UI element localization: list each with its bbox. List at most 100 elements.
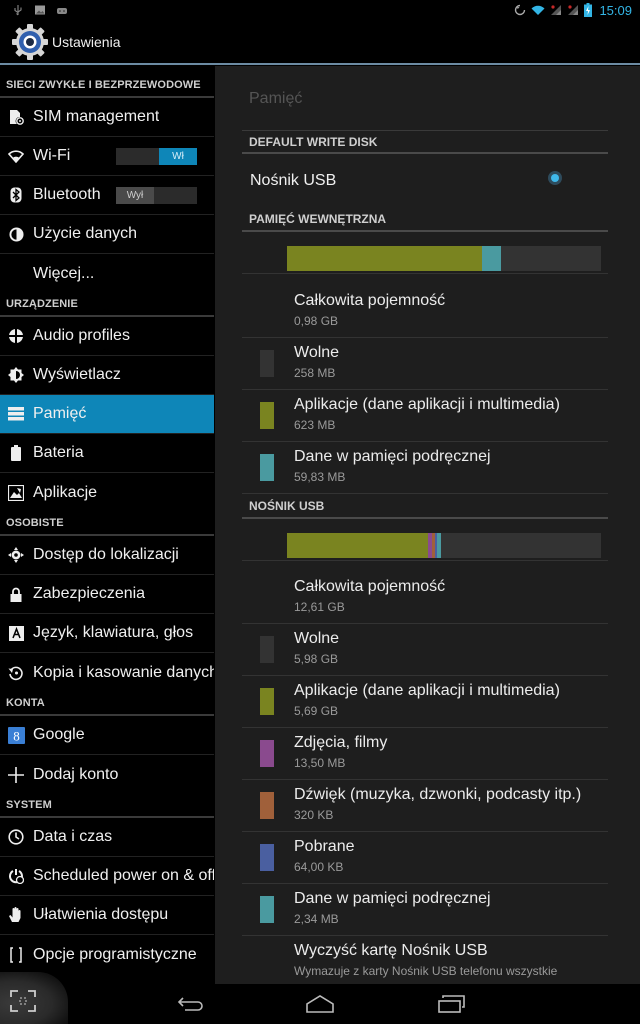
home-icon: [306, 995, 334, 1013]
developer-braces-icon: [7, 946, 25, 964]
sidebar-item-date-time[interactable]: Data i czas: [0, 818, 214, 857]
battery-icon: [7, 444, 25, 462]
storage-row-value: 13,50 MB: [294, 756, 346, 770]
storage-row-value: 5,69 GB: [294, 704, 339, 718]
sidebar-item-display[interactable]: Wyświetlacz: [0, 356, 214, 395]
sidebar-item-language[interactable]: Język, klawiatura, głos: [0, 614, 214, 653]
sidebar-item-storage[interactable]: Pamięć: [0, 395, 214, 434]
backup-reset-icon: [7, 664, 25, 682]
category-usb-storage: NOŚNIK USB: [242, 495, 608, 519]
usage-segment: [481, 246, 501, 271]
sidebar-item-more[interactable]: Więcej...: [0, 254, 214, 293]
usage-segment: [287, 246, 482, 271]
toggle-label: Wył: [116, 187, 154, 204]
settings-gear-icon[interactable]: [11, 23, 49, 61]
sidebar-item-label: Dodaj konto: [33, 765, 119, 783]
storage-row[interactable]: Zdjęcia, filmy 13,50 MB: [242, 728, 608, 780]
back-icon: [177, 997, 203, 1011]
storage-row-title: Całkowita pojemność: [294, 578, 446, 595]
usb-usage-bar: [287, 533, 601, 558]
storage-row[interactable]: Aplikacje (dane aplikacji i multimedia) 6…: [242, 390, 608, 442]
sidebar-item-scheduled-power[interactable]: Scheduled power on & off: [0, 857, 214, 896]
back-button[interactable]: [175, 992, 207, 1016]
app-title: Ustawienia: [52, 34, 121, 50]
sidebar-item-label: Aplikacje: [33, 483, 98, 501]
sidebar-item-accessibility[interactable]: Ułatwienia dostępu: [0, 896, 214, 935]
storage-row-title: Dźwięk (muzyka, dzwonki, podcasty itp.): [294, 786, 582, 803]
sidebar-item-label: Zabezpieczenia: [33, 585, 146, 602]
sidebar-item-label: Użycie danych: [33, 225, 138, 242]
storage-row-value: 623 MB: [294, 418, 336, 432]
accessibility-hand-icon: [7, 906, 25, 924]
storage-row-value: 258 MB: [294, 366, 336, 380]
sidebar-item-location[interactable]: Dostęp do lokalizacji: [0, 536, 214, 575]
sidebar-item-wifi[interactable]: Wi-Fi Wł: [0, 137, 214, 176]
storage-row-title: Aplikacje (dane aplikacji i multimedia): [294, 682, 560, 699]
color-swatch: [260, 636, 274, 663]
usb-usage-bar-row: [242, 521, 608, 561]
scheduled-power-icon: [7, 867, 25, 885]
storage-row-title: Zdjęcia, filmy: [294, 734, 388, 751]
sim-management-icon: [7, 108, 25, 126]
action-bar-divider: [0, 63, 640, 65]
storage-row-value: 2,34 MB: [294, 912, 339, 926]
sidebar-item-apps[interactable]: Aplikacje: [0, 473, 214, 512]
section-header-system: SYSTEM: [0, 794, 214, 818]
recent-apps-button[interactable]: [436, 992, 468, 1016]
battery-charging-icon: [584, 3, 593, 17]
erase-usb-storage-item[interactable]: Wyczyść kartę Nośnik USB Wymazuje z kart…: [242, 936, 608, 984]
sidebar-item-label: Wyświetlacz: [33, 366, 121, 383]
storage-row-title: Aplikacje (dane aplikacji i multimedia): [294, 396, 560, 413]
location-icon: [7, 546, 25, 564]
sidebar-item-google[interactable]: 8 Google: [0, 716, 214, 755]
bluetooth-toggle[interactable]: Wył: [116, 187, 197, 204]
screenshot-icon: [10, 990, 36, 1012]
image-icon: [35, 5, 45, 15]
usage-segment: [437, 533, 442, 558]
wifi-icon: [531, 5, 545, 15]
sidebar-item-label: Opcje programistyczne: [33, 945, 197, 963]
storage-row[interactable]: Aplikacje (dane aplikacji i multimedia) 5…: [242, 676, 608, 728]
usb-icon: [14, 5, 22, 16]
sidebar-item-label: Google: [33, 726, 85, 743]
home-button[interactable]: [304, 992, 336, 1016]
color-swatch: [260, 740, 274, 767]
screenshot-button[interactable]: [0, 972, 68, 1024]
storage-row[interactable]: Wolne 258 MB: [242, 338, 608, 390]
sidebar-item-label: Kopia i kasowanie danych: [33, 663, 214, 681]
storage-icon: [7, 405, 25, 423]
sidebar-item-label: Bluetooth: [33, 186, 101, 203]
storage-row[interactable]: Dane w pamięci podręcznej 2,34 MB: [242, 884, 608, 936]
sidebar-item-data-usage[interactable]: Użycie danych: [0, 215, 214, 254]
sidebar-item-battery[interactable]: Bateria: [0, 434, 214, 473]
navigation-bar: [0, 972, 640, 1024]
storage-row[interactable]: Całkowita pojemność 12,61 GB: [242, 572, 608, 624]
storage-row[interactable]: Dane w pamięci podręcznej 59,83 MB: [242, 442, 608, 494]
sidebar-item-developer-options[interactable]: Opcje programistyczne: [0, 935, 214, 974]
wifi-toggle[interactable]: Wł: [116, 148, 197, 165]
category-internal-storage: PAMIĘĆ WEWNĘTRZNA: [242, 208, 608, 232]
default-write-disk-option[interactable]: Nośnik USB: [242, 164, 608, 198]
sidebar-item-add-account[interactable]: Dodaj konto: [0, 755, 214, 794]
option-label: Nośnik USB: [250, 172, 337, 189]
storage-row[interactable]: Pobrane 64,00 KB: [242, 832, 608, 884]
sidebar-item-label: Ułatwienia dostępu: [33, 906, 169, 923]
storage-row[interactable]: Dźwięk (muzyka, dzwonki, podcasty itp.) 3…: [242, 780, 608, 832]
sidebar-item-bluetooth[interactable]: Bluetooth Wył: [0, 176, 214, 215]
internal-usage-bar-row: [242, 234, 608, 274]
storage-row[interactable]: Wolne 5,98 GB: [242, 624, 608, 676]
apps-icon: [7, 484, 25, 502]
plus-icon: [7, 766, 25, 784]
storage-row[interactable]: Całkowita pojemność 0,98 GB: [242, 286, 608, 338]
radio-button-selected[interactable]: [548, 171, 562, 185]
sidebar-item-label: SIM management: [33, 108, 160, 125]
signal-sim1-icon: [551, 5, 562, 15]
section-header-wireless: SIECI ZWYKŁE I BEZPRZEWODOWE: [0, 66, 214, 98]
sidebar-item-sim-management[interactable]: SIM management: [0, 98, 214, 137]
color-swatch: [260, 896, 274, 923]
color-swatch: [260, 402, 274, 429]
sidebar-item-audio-profiles[interactable]: Audio profiles: [0, 317, 214, 356]
sidebar-item-security[interactable]: Zabezpieczenia: [0, 575, 214, 614]
status-bar: 15:09: [0, 0, 640, 20]
sidebar-item-backup-reset[interactable]: Kopia i kasowanie danych: [0, 653, 214, 692]
